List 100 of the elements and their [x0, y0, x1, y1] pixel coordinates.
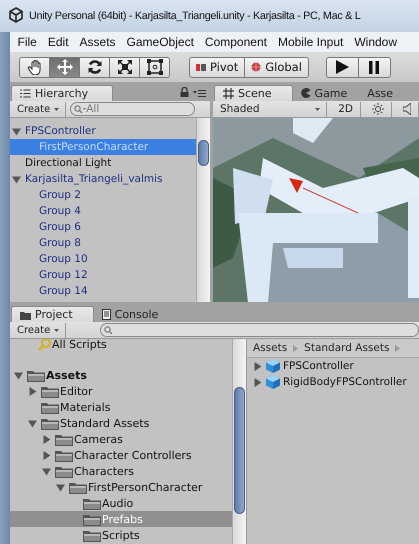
globe-icon [251, 62, 262, 72]
window-title: Unity Personal (64bit) - Karjasilta_Triangeli.unity - Karjasilta - PC, Mac & L [29, 10, 360, 22]
folder-item[interactable]: Cameras [74, 432, 123, 446]
tree-item[interactable]: Group 4 [39, 205, 81, 217]
tab[interactable]: Scene [214, 85, 293, 101]
folder-item[interactable]: FirstPersonCharacter [88, 480, 202, 494]
tab[interactable]: Project [11, 306, 94, 322]
tool-button[interactable] [109, 56, 140, 78]
menu-item[interactable]: Assets [74, 35, 122, 49]
separator-arrow-icon [293, 344, 298, 352]
folder-icon [83, 528, 101, 542]
hand-icon [27, 59, 42, 75]
tree-item[interactable]: Group 6 [39, 221, 81, 233]
folder-item[interactable]: Characters [74, 464, 134, 478]
search-icon [74, 104, 86, 114]
tree-item[interactable]: Directional Light [25, 157, 112, 169]
folder-icon [41, 384, 59, 398]
tree-item[interactable]: Group 14 [39, 285, 88, 297]
pause-icon [369, 60, 380, 74]
folder-item[interactable]: Scripts [102, 528, 140, 542]
rotate-icon [86, 59, 102, 75]
lock-icon [180, 87, 189, 97]
play-button[interactable] [326, 56, 359, 78]
expanded-arrow-icon[interactable] [56, 482, 65, 492]
search-field[interactable] [100, 323, 419, 337]
tool-button[interactable] [139, 56, 170, 78]
draw-mode-dropdown[interactable]: Shaded [216, 102, 328, 116]
tree-item[interactable]: Group 8 [39, 237, 81, 249]
menu-item[interactable]: Edit [42, 35, 74, 49]
collapsed-arrow-icon[interactable] [28, 386, 37, 396]
tab[interactable]: Hierarchy [11, 85, 114, 101]
tab[interactable]: Console [94, 306, 170, 322]
scrollbar[interactable] [196, 118, 210, 302]
scrollbar[interactable] [232, 339, 246, 544]
sun-icon [372, 103, 384, 115]
collapsed-arrow-icon[interactable] [42, 434, 51, 444]
caret-icon [54, 328, 60, 332]
folder-icon [55, 464, 73, 478]
menu-item[interactable]: Component [199, 35, 272, 49]
tab[interactable]: Asse [359, 85, 406, 101]
move-icon [56, 59, 72, 75]
search-icon [38, 339, 51, 350]
folder-icon [41, 416, 59, 430]
menu-item[interactable]: GameObject [121, 35, 200, 49]
folder-item[interactable]: Assets [46, 368, 87, 382]
prefab-cube-icon [266, 375, 280, 389]
menu-icon [193, 89, 206, 97]
folder-item[interactable]: Materials [60, 400, 110, 414]
separator-arrow-icon [395, 344, 400, 352]
folder-icon [55, 432, 73, 446]
play-icon [336, 60, 349, 74]
list-icon [20, 89, 31, 98]
expanded-arrow-icon[interactable] [12, 126, 21, 136]
asset-item[interactable]: RigidBodyFPSController [283, 376, 407, 388]
menu-item[interactable]: File [12, 35, 42, 49]
create-dropdown[interactable]: Create [13, 102, 66, 116]
tree-item[interactable]: Group 12 [39, 269, 88, 281]
scale-icon [116, 59, 132, 75]
folder-icon [83, 496, 101, 510]
expanded-arrow-icon[interactable] [42, 466, 51, 476]
document-icon [102, 308, 111, 320]
folder-item[interactable]: Standard Assets [60, 416, 150, 430]
asset-item[interactable]: FPSController [283, 360, 354, 372]
prefab-cube-icon [266, 359, 280, 373]
caret-icon [54, 108, 60, 110]
create-dropdown[interactable]: Create [13, 322, 66, 338]
tree-item[interactable]: Group 10 [39, 253, 88, 265]
pause-button[interactable] [358, 56, 391, 78]
tree-item[interactable]: Group 2 [39, 189, 81, 201]
menu-item[interactable]: Mobile Input [272, 35, 349, 49]
caret-icon [315, 108, 320, 110]
pivot-icon [196, 62, 206, 72]
folder-item[interactable]: Editor [60, 384, 93, 398]
folder-item[interactable]: Character Controllers [74, 448, 192, 462]
pivot-button[interactable]: Pivot [189, 56, 246, 78]
tree-item[interactable]: FPSController [25, 125, 96, 137]
tree-item[interactable]: Karjasilta_Triangeli_valmis [25, 173, 162, 185]
menu-item[interactable]: Window [348, 35, 403, 49]
collapsed-arrow-icon[interactable] [253, 378, 262, 386]
expanded-arrow-icon[interactable] [28, 418, 37, 428]
folder-icon [20, 310, 31, 320]
favorite-item[interactable]: All Scripts [52, 339, 107, 350]
folder-icon [27, 368, 45, 382]
collapsed-arrow-icon[interactable] [42, 450, 51, 460]
collapsed-arrow-icon[interactable] [253, 362, 262, 370]
folder-icon [83, 512, 101, 526]
breadcrumb-item[interactable]: Standard Assets [304, 342, 390, 354]
folder-item[interactable]: Audio [102, 496, 134, 510]
expanded-arrow-icon[interactable] [14, 370, 23, 380]
folder-icon [41, 400, 59, 414]
tab[interactable]: Game [292, 85, 360, 101]
tool-button[interactable] [19, 56, 50, 78]
expanded-arrow-icon[interactable] [12, 174, 21, 184]
2d-toggle[interactable]: 2D [331, 102, 361, 116]
pacman-icon [300, 88, 311, 98]
breadcrumb-item[interactable]: Assets [253, 342, 288, 354]
tool-button[interactable] [79, 56, 110, 78]
speaker-icon [403, 103, 411, 115]
global-button[interactable]: Global [244, 56, 309, 78]
rect-tool-icon [146, 59, 162, 75]
